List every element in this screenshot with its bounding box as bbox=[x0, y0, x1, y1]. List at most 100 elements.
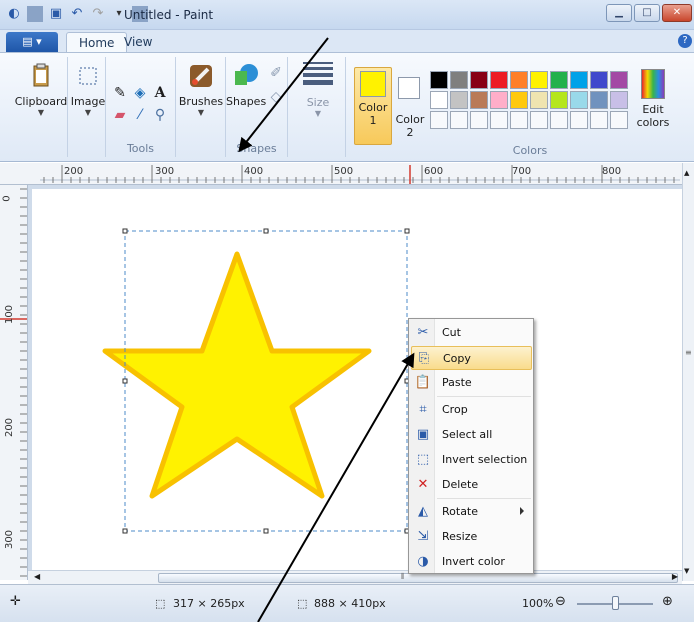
rotate-icon: ◭ bbox=[418, 504, 428, 519]
empty-palette-swatch[interactable] bbox=[610, 111, 628, 129]
palette-swatch[interactable] bbox=[510, 91, 528, 109]
edit-colors-button[interactable]: Edit colors bbox=[630, 67, 676, 129]
close-button[interactable]: ✕ bbox=[662, 4, 692, 22]
ruler-label: 300 bbox=[4, 529, 16, 550]
empty-palette-swatch[interactable] bbox=[470, 111, 488, 129]
resize-icon: ⇲ bbox=[417, 529, 429, 544]
image-label: Image bbox=[70, 95, 106, 108]
menu-item-invert-color[interactable]: ◑ Invert color bbox=[411, 550, 532, 574]
palette-swatch[interactable] bbox=[450, 71, 468, 89]
palette-swatch[interactable] bbox=[550, 71, 568, 89]
palette-swatch[interactable] bbox=[570, 71, 588, 89]
horizontal-scroll-thumb[interactable]: ⦀ bbox=[158, 572, 678, 583]
vertical-scrollbar[interactable]: ▲ ≡ ▼ bbox=[682, 163, 694, 581]
fill-icon[interactable]: ◈ bbox=[130, 83, 150, 103]
eraser-icon[interactable]: ▰ bbox=[110, 105, 130, 125]
menu-item-label: Invert selection bbox=[442, 453, 528, 466]
menu-item-label: Select all bbox=[442, 428, 493, 441]
image-button[interactable]: Image ▼ bbox=[70, 59, 106, 117]
menu-item-copy[interactable]: ⎘ Copy bbox=[411, 346, 532, 370]
color-palette bbox=[430, 71, 628, 129]
color-picker-icon[interactable]: ⁄ bbox=[130, 105, 150, 125]
palette-swatch[interactable] bbox=[490, 91, 508, 109]
paint-app-icon[interactable]: ◐ bbox=[6, 6, 22, 22]
palette-swatch[interactable] bbox=[610, 91, 628, 109]
zoom-out-icon[interactable]: ⊖ bbox=[555, 594, 566, 609]
menu-item-rotate[interactable]: ◭ Rotate bbox=[411, 500, 532, 524]
palette-swatch[interactable] bbox=[510, 71, 528, 89]
menu-item-select-all[interactable]: ▣ Select all bbox=[411, 423, 532, 447]
scroll-right-icon[interactable]: ▶ bbox=[672, 572, 678, 581]
color2-number: 2 bbox=[406, 126, 414, 139]
save-icon[interactable]: ▣ bbox=[48, 6, 64, 22]
text-icon[interactable]: A bbox=[150, 83, 170, 103]
brushes-button[interactable]: Brushes ▼ bbox=[176, 59, 226, 117]
redo-icon[interactable]: ↷ bbox=[90, 6, 106, 22]
empty-palette-swatch[interactable] bbox=[570, 111, 588, 129]
empty-palette-swatch[interactable] bbox=[550, 111, 568, 129]
copy-icon: ⎘ bbox=[418, 351, 430, 366]
size-button[interactable]: Size ▼ bbox=[296, 59, 340, 118]
color2-button[interactable]: Color 2 bbox=[394, 67, 426, 145]
menu-item-delete[interactable]: ✕ Delete bbox=[411, 473, 532, 497]
shapes-group: Shapes ✐ ◇ Shapes bbox=[226, 57, 288, 157]
empty-palette-swatch[interactable] bbox=[510, 111, 528, 129]
shapes-button[interactable]: Shapes bbox=[226, 59, 266, 108]
empty-palette-swatch[interactable] bbox=[450, 111, 468, 129]
empty-palette-swatch[interactable] bbox=[590, 111, 608, 129]
palette-swatch[interactable] bbox=[450, 91, 468, 109]
menu-separator bbox=[437, 396, 531, 397]
star-shape[interactable] bbox=[102, 251, 372, 499]
scroll-down-icon[interactable]: ▼ bbox=[684, 567, 689, 575]
window-title: Untitled - Paint bbox=[124, 8, 214, 22]
brushes-group: Brushes ▼ bbox=[176, 57, 226, 157]
clipboard-button[interactable]: Clipboard ▼ bbox=[14, 59, 68, 117]
paint-menu-button[interactable]: ▤ ▾ bbox=[6, 32, 58, 52]
menu-item-resize[interactable]: ⇲ Resize bbox=[411, 525, 532, 549]
menu-item-cut[interactable]: ✂ Cut bbox=[411, 321, 532, 345]
color1-button[interactable]: Color 1 bbox=[354, 67, 392, 145]
submenu-arrow-icon bbox=[520, 507, 524, 515]
magnifier-icon[interactable]: ⚲ bbox=[150, 105, 170, 125]
palette-swatch[interactable] bbox=[470, 91, 488, 109]
help-icon[interactable]: ? bbox=[678, 34, 692, 48]
palette-swatch[interactable] bbox=[490, 71, 508, 89]
palette-swatch[interactable] bbox=[530, 91, 548, 109]
maximize-button[interactable]: □ bbox=[634, 4, 660, 22]
fill-shape-icon[interactable]: ◇ bbox=[266, 87, 286, 107]
menu-separator bbox=[437, 498, 531, 499]
palette-swatch[interactable] bbox=[590, 91, 608, 109]
palette-swatch[interactable] bbox=[550, 91, 568, 109]
palette-swatch[interactable] bbox=[430, 91, 448, 109]
undo-icon[interactable]: ↶ bbox=[69, 6, 85, 22]
palette-swatch[interactable] bbox=[470, 71, 488, 89]
ruler-label: 700 bbox=[512, 166, 532, 177]
outline-icon[interactable]: ✐ bbox=[266, 63, 286, 83]
horizontal-scrollbar[interactable]: ◀ ⦀ ▶ bbox=[28, 570, 682, 584]
scroll-left-icon[interactable]: ◀ bbox=[34, 572, 40, 581]
tab-view[interactable]: View bbox=[112, 32, 164, 52]
window-controls: ▁ □ ✕ bbox=[606, 4, 692, 22]
palette-swatch[interactable] bbox=[430, 71, 448, 89]
palette-swatch[interactable] bbox=[570, 91, 588, 109]
canvas-area bbox=[28, 185, 682, 570]
palette-swatch[interactable] bbox=[610, 71, 628, 89]
palette-swatch[interactable] bbox=[530, 71, 548, 89]
ruler-label: 300 bbox=[155, 166, 175, 177]
menu-item-paste[interactable]: 📋 Paste bbox=[411, 371, 532, 395]
empty-palette-swatch[interactable] bbox=[430, 111, 448, 129]
empty-palette-swatch[interactable] bbox=[490, 111, 508, 129]
menu-item-crop[interactable]: ⌗ Crop bbox=[411, 398, 532, 422]
palette-swatch[interactable] bbox=[590, 71, 608, 89]
minimize-button[interactable]: ▁ bbox=[606, 4, 632, 22]
zoom-in-icon[interactable]: ⊕ bbox=[662, 594, 673, 609]
zoom-slider-thumb[interactable] bbox=[612, 596, 619, 610]
canvas-size: 888 × 410px bbox=[314, 597, 386, 610]
clipboard-icon bbox=[26, 61, 56, 91]
pencil-icon[interactable]: ✎ bbox=[110, 83, 130, 103]
ruler-label: 200 bbox=[64, 166, 84, 177]
scroll-up-icon[interactable]: ▲ bbox=[684, 169, 689, 177]
empty-palette-swatch[interactable] bbox=[530, 111, 548, 129]
drawing-canvas[interactable] bbox=[32, 189, 682, 570]
menu-item-invert-selection[interactable]: ⬚ Invert selection bbox=[411, 448, 532, 472]
